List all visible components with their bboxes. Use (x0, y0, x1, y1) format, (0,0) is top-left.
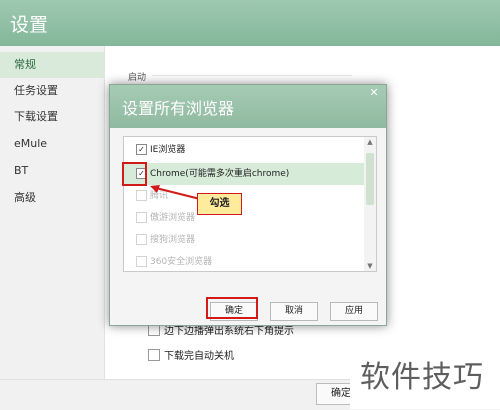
checkbox-disabled (136, 256, 147, 267)
checkbox-disabled (136, 212, 147, 223)
annotation-arrow-icon (150, 185, 201, 200)
settings-title: 设置 (10, 14, 49, 36)
browser-settings-dialog: 设置所有浏览器 ✕ ✓ IE浏览器 ✓ Chrome(可能需多次重启chrome) … (109, 84, 387, 326)
browser-label: 傲游浏览器 (150, 213, 196, 223)
annotation-callout: 勾选 (197, 193, 242, 215)
scroll-down-icon[interactable]: ▼ (364, 261, 376, 271)
sidebar-item-advanced[interactable]: 高级 (0, 185, 104, 211)
checkbox-disabled (136, 190, 147, 201)
settings-sidebar: 常规 任务设置 下载设置 eMule BT 高级 (0, 46, 105, 379)
section-heading-startup: 启动 (128, 73, 147, 83)
browser-label: IE浏览器 (150, 145, 186, 155)
checkbox[interactable] (148, 348, 160, 361)
browser-item-sogou: 搜狗浏览器 (124, 229, 364, 251)
dialog-title: 设置所有浏览器 (122, 99, 235, 118)
option-auto-shutdown[interactable]: 下载完自动关机 (148, 347, 234, 362)
browser-item-maxthon: 傲游浏览器 (124, 207, 364, 229)
dialog-cancel-button[interactable]: 取消 (270, 302, 318, 321)
browser-list: ✓ IE浏览器 ✓ Chrome(可能需多次重启chrome) 腾讯 傲游浏览器 搜… (123, 136, 377, 272)
checkbox-disabled (136, 234, 147, 245)
checkbox-checked[interactable]: ✓ (136, 144, 147, 155)
annotation-highlight-ok (206, 297, 258, 319)
browser-label: 360安全浏览器 (150, 257, 213, 267)
option-label: 边下边播弹出系统右下角提示 (164, 326, 294, 337)
list-scrollbar[interactable]: ▲ ▼ (364, 137, 376, 271)
sidebar-item-general[interactable]: 常规 (0, 52, 104, 78)
dialog-title-bar: 设置所有浏览器 ✕ (110, 85, 386, 128)
sidebar-item-bt[interactable]: BT (0, 158, 104, 184)
sidebar-item-task-settings[interactable]: 任务设置 (0, 78, 104, 104)
section-divider (152, 75, 352, 76)
sidebar-item-emule[interactable]: eMule (0, 131, 104, 157)
annotation-highlight-checkbox (122, 162, 147, 186)
browser-label: 搜狗浏览器 (150, 235, 196, 245)
option-label: 下载完自动关机 (164, 351, 234, 362)
watermark: 软件技巧 (360, 360, 484, 395)
browser-label: Chrome(可能需多次重启chrome) (150, 169, 290, 179)
browser-item-360: 360安全浏览器 (124, 251, 364, 271)
browser-item-chrome[interactable]: ✓ Chrome(可能需多次重启chrome) (124, 163, 364, 185)
scroll-thumb[interactable] (366, 153, 374, 205)
scroll-up-icon[interactable]: ▲ (364, 137, 376, 147)
settings-title-bar: 设置 (0, 0, 500, 46)
browser-item-ie[interactable]: ✓ IE浏览器 (124, 139, 364, 161)
sidebar-item-download-settings[interactable]: 下载设置 (0, 104, 104, 130)
close-icon[interactable]: ✕ (368, 87, 380, 99)
dialog-apply-button[interactable]: 应用 (330, 302, 378, 321)
